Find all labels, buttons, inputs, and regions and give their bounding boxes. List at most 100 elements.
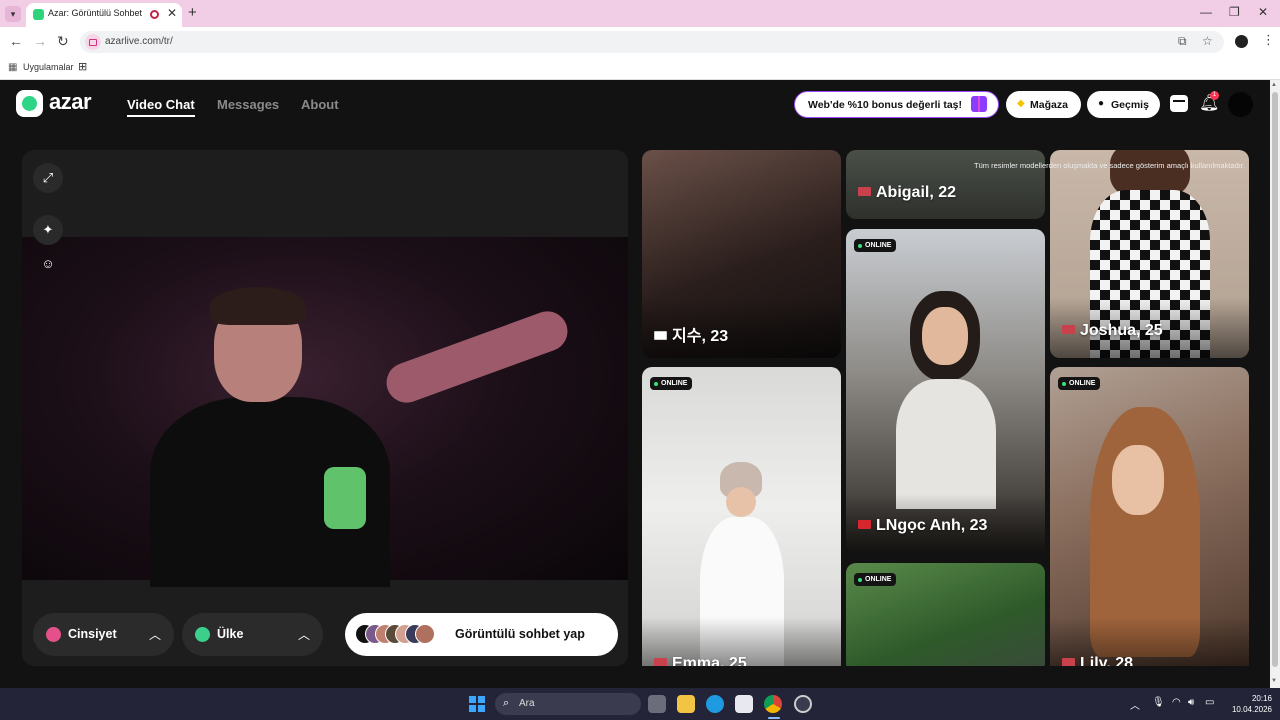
tab-search-icon[interactable]: ▾ <box>5 6 21 22</box>
search-icon: ⌕ <box>503 697 510 709</box>
profile-name: Joshua, 25 <box>1062 322 1163 340</box>
history-button[interactable]: ● Geçmiş <box>1087 91 1160 118</box>
camera-lantern <box>324 467 366 529</box>
active-app-indicator <box>768 717 780 719</box>
profile-name: 지수, 23 <box>654 322 728 346</box>
start-button-label: Görüntülü sohbet yap <box>455 627 585 641</box>
nav-about[interactable]: About <box>301 97 339 112</box>
minimize-icon[interactable]: — <box>1200 5 1212 19</box>
flag-vn-icon <box>858 520 871 529</box>
wifi-icon[interactable]: ◠ <box>1172 697 1181 708</box>
store-button[interactable]: ◆ Mağaza <box>1006 91 1081 118</box>
nav-messages[interactable]: Messages <box>217 97 279 112</box>
tab-groups-icon[interactable]: ⊞ <box>78 60 87 73</box>
windows-start-icon[interactable] <box>469 696 485 712</box>
battery-icon[interactable]: ▭ <box>1205 697 1214 708</box>
obs-icon[interactable] <box>794 695 812 713</box>
video-chat-panel: ⤢ ✦ ☺ Cinsiyet ︿ Ülke ︿ Görüntülü sohbet… <box>22 150 628 666</box>
nav-active-underline <box>127 115 195 117</box>
windows-taskbar: ⌕ Ara ︿ 🎙︎ ◠ 🔊︎ ▭ 20:16 10.04.2026 <box>0 688 1280 720</box>
restore-icon[interactable]: ❐ <box>1229 5 1240 19</box>
forward-icon[interactable]: → <box>33 33 47 49</box>
profile-card[interactable]: 지수, 23 <box>642 150 841 358</box>
clock-time: 20:16 <box>1251 694 1272 703</box>
profile-name: Abigail, 22 <box>858 184 956 202</box>
reload-icon[interactable]: ↻ <box>57 33 69 50</box>
store-label: Mağaza <box>1030 99 1068 111</box>
bookmarks-bar: ▦ Uygulamalar ⊞ <box>0 57 1280 80</box>
profile-photo-face <box>1112 445 1164 515</box>
azar-favicon-icon <box>33 9 44 20</box>
promo-text: Web'de %10 bonus değerli taş! <box>808 99 963 111</box>
profile-photo-face <box>922 307 968 365</box>
taskbar-search[interactable]: ⌕ Ara <box>495 693 641 715</box>
page-scrollbar[interactable]: ▲ ▼ <box>1270 80 1280 688</box>
browser-menu-icon[interactable]: ⋮ <box>1262 32 1275 48</box>
fullscreen-icon[interactable]: ⤢ <box>33 163 63 193</box>
bookmark-star-icon[interactable]: ☆ <box>1202 34 1213 48</box>
gender-filter[interactable]: Cinsiyet ︿ <box>33 613 174 656</box>
profile-grid: 지수, 23 ONLINE Emma, 25 Abigail, 22 ONLIN… <box>642 150 1249 666</box>
country-filter-label: Ülke <box>217 627 244 641</box>
clock-date: 10.04.2026 <box>1231 705 1272 714</box>
address-bar[interactable]: azarlive.com/tr/ ⧉ ☆ <box>80 31 1224 53</box>
flag-us-icon <box>654 658 667 666</box>
face-filter-icon[interactable]: ☺ <box>33 249 63 279</box>
profile-photo-shirt <box>896 379 996 509</box>
edge-icon[interactable] <box>706 695 724 713</box>
url-text[interactable]: azarlive.com/tr/ <box>105 36 173 47</box>
browser-tab-bar: ▾ Azar: Görüntülü Sohbet & Video Chat ✕ … <box>0 0 1280 27</box>
scroll-thumb[interactable] <box>1272 92 1278 667</box>
bookmark-apps[interactable]: Uygulamalar <box>23 62 74 72</box>
country-filter[interactable]: Ülke ︿ <box>182 613 323 656</box>
volume-icon[interactable]: 🔊︎ <box>1188 697 1194 708</box>
promo-banner[interactable]: Web'de %10 bonus değerli taş! <box>794 91 999 118</box>
profile-name: LNgọc Anh, 23 <box>858 517 987 535</box>
store-icon[interactable] <box>735 695 753 713</box>
taskbar-search-text: Ara <box>519 698 535 709</box>
inbox-icon[interactable] <box>1170 95 1188 112</box>
gender-icon <box>46 627 61 642</box>
flag-kr-icon <box>654 331 667 340</box>
back-icon[interactable]: ← <box>9 33 23 49</box>
profile-card[interactable]: ONLINE LNgọc Anh, 23 <box>846 229 1045 554</box>
new-tab-icon[interactable]: + <box>188 4 197 21</box>
browser-tab[interactable]: Azar: Görüntülü Sohbet & Video Chat ✕ <box>26 3 182 27</box>
profile-card[interactable]: ONLINE <box>846 563 1045 666</box>
azar-logo-text[interactable]: azar <box>49 89 92 115</box>
profile-icon[interactable] <box>1235 35 1248 48</box>
online-badge: ONLINE <box>854 573 897 586</box>
azar-page: azar Video Chat Messages About Web'de %1… <box>0 80 1270 688</box>
close-window-icon[interactable]: ✕ <box>1258 5 1268 19</box>
profile-photo-face <box>726 487 756 517</box>
start-video-chat-button[interactable]: Görüntülü sohbet yap <box>345 613 618 656</box>
user-avatar[interactable] <box>1228 92 1253 117</box>
profile-card[interactable]: ONLINE Lily, 28 <box>1050 367 1249 666</box>
images-disclaimer: Tüm resimler modellerden oluşmakta ve sa… <box>974 161 1245 170</box>
magic-wand-icon[interactable]: ✦ <box>33 215 63 245</box>
file-explorer-icon[interactable] <box>677 695 695 713</box>
tab-title: Azar: Görüntülü Sohbet & Video Chat <box>48 8 142 18</box>
chevron-up-icon: ︿ <box>297 628 310 642</box>
apps-grid-icon[interactable]: ▦ <box>8 62 17 73</box>
nav-video-chat[interactable]: Video Chat <box>127 97 195 112</box>
tab-close-icon[interactable]: ✕ <box>167 6 177 20</box>
profile-name: Emma, 25 <box>654 655 747 666</box>
task-view-icon[interactable] <box>648 695 666 713</box>
taskbar-clock[interactable]: 20:16 10.04.2026 <box>1228 693 1272 715</box>
flag-us-icon <box>1062 325 1075 334</box>
profile-card[interactable]: ONLINE Emma, 25 <box>642 367 841 666</box>
globe-icon <box>195 627 210 642</box>
camera-person-arm <box>380 305 574 409</box>
profile-card[interactable]: Joshua, 25 <box>1050 150 1249 358</box>
scroll-down-icon[interactable]: ▼ <box>1271 678 1277 684</box>
camera-site-icon[interactable] <box>85 34 101 50</box>
install-app-icon[interactable]: ⧉ <box>1178 34 1187 49</box>
tray-overflow-icon[interactable]: ︿ <box>1130 697 1140 712</box>
flag-us-icon <box>858 187 871 196</box>
chrome-icon[interactable] <box>764 695 782 713</box>
azar-logo-icon[interactable] <box>16 90 43 117</box>
scroll-up-icon[interactable]: ▲ <box>1271 82 1277 88</box>
profile-name: Lily, 28 <box>1062 655 1133 666</box>
microphone-icon[interactable]: 🎙︎ <box>1152 697 1165 708</box>
